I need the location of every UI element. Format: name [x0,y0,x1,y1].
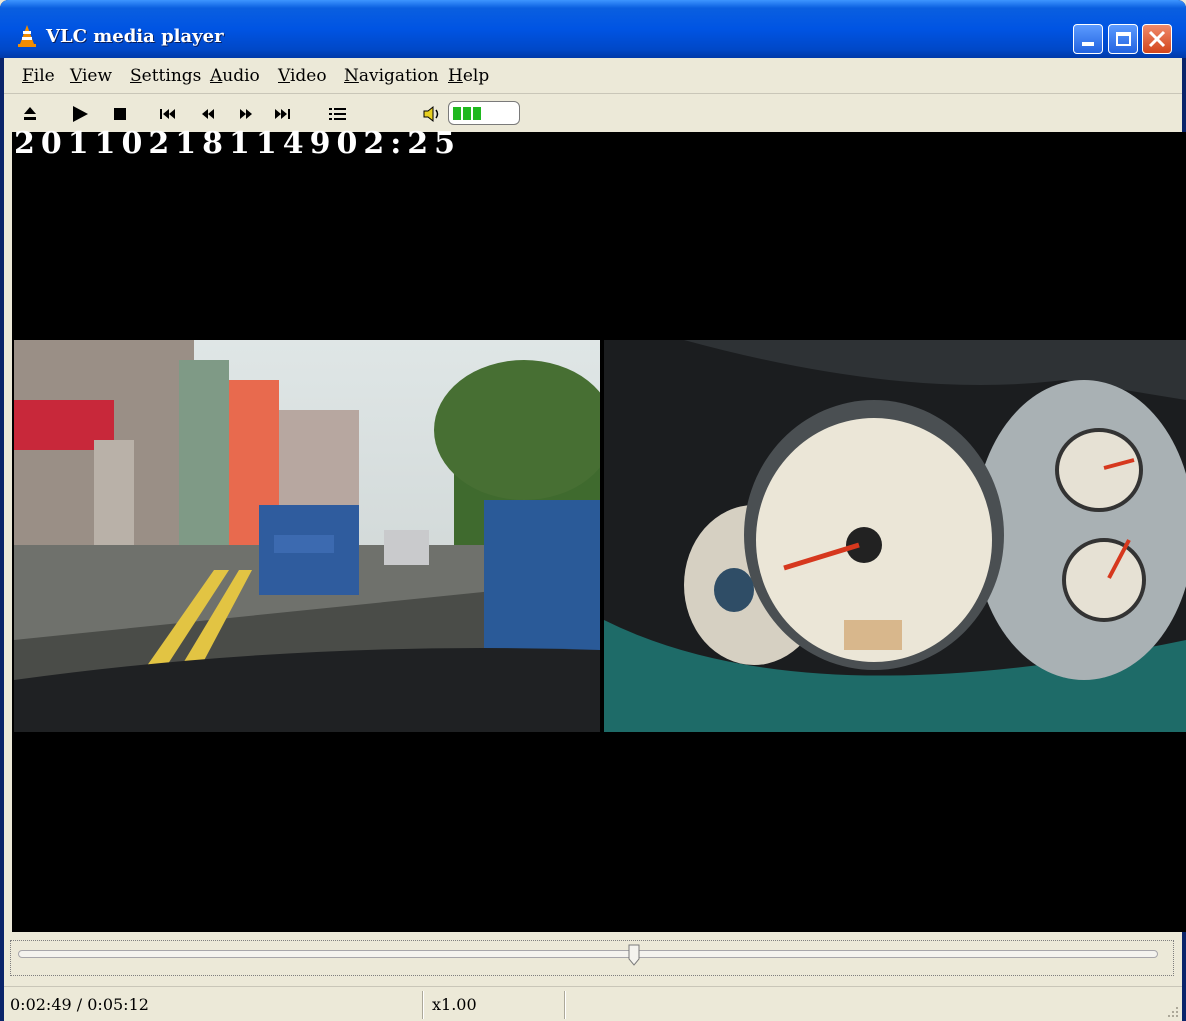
volume-level-segment [453,107,461,120]
stop-icon [114,108,126,120]
menu-video[interactable]: Video [278,66,327,86]
fast-forward-icon [240,109,252,119]
playlist-button[interactable] [326,103,350,125]
video-timestamp-overlay: 20110218114902:25 [14,126,462,161]
previous-icon [160,109,175,119]
menu-view[interactable]: View [70,66,112,86]
vlc-cone-icon [18,25,36,47]
status-divider [422,991,424,1019]
title-bar[interactable]: VLC media player [0,0,1186,58]
seek-handle[interactable] [628,944,640,966]
menu-help[interactable]: Help [448,66,489,86]
resize-grip-icon[interactable] [1166,1005,1180,1019]
close-icon [1148,30,1166,48]
eject-button[interactable] [18,103,42,125]
menu-audio[interactable]: Audio [210,66,260,86]
menu-settings[interactable]: Settings [130,66,201,86]
volume-slider[interactable] [448,101,520,125]
speaker-icon [423,105,439,123]
video-output[interactable]: 20110218114902:25 [12,126,1186,932]
front-camera-view [14,340,600,732]
maximize-button[interactable] [1108,24,1138,54]
next-icon [275,109,290,119]
volume-level-segment [463,107,471,120]
vlc-window: VLC media player File View Settings Audi… [0,0,1186,1021]
play-icon [73,106,88,122]
status-bar: 0:02:49 / 0:05:12 x1.00 [4,986,1182,1021]
close-button[interactable] [1142,24,1172,54]
seek-area [4,932,1182,982]
seek-bar-frame [10,940,1174,976]
seek-bar[interactable] [18,950,1158,958]
play-button[interactable] [68,103,92,125]
playback-speed[interactable]: x1.00 [432,987,477,1021]
menu-bar: File View Settings Audio Video Navigatio… [4,58,1182,94]
menu-navigation[interactable]: Navigation [344,66,439,86]
window-title: VLC media player [46,26,224,47]
minimize-button[interactable] [1073,24,1103,54]
maximize-icon [1116,32,1131,46]
volume-level-segment [473,107,481,120]
minimize-icon [1082,42,1094,46]
fast-forward-button[interactable] [234,103,258,125]
dashboard-camera-view [604,340,1186,732]
mute-button[interactable] [420,103,444,125]
eject-icon [24,107,36,120]
playlist-icon [329,108,346,120]
status-divider [564,991,566,1019]
time-readout: 0:02:49 / 0:05:12 [10,995,149,1014]
rewind-icon [202,109,214,119]
next-button[interactable] [270,103,294,125]
rewind-button[interactable] [196,103,220,125]
previous-button[interactable] [156,103,180,125]
stop-button[interactable] [108,103,132,125]
menu-file[interactable]: File [22,66,55,86]
